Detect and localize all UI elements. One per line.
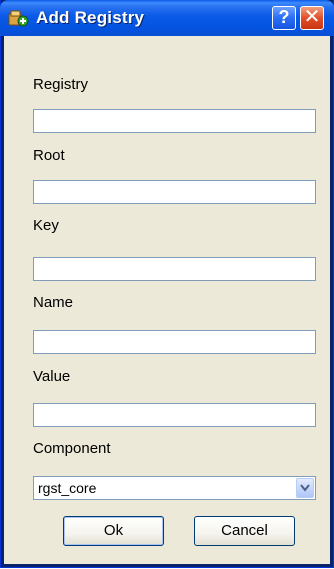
root-input[interactable] — [33, 180, 316, 204]
component-label: Component — [33, 440, 111, 457]
close-button[interactable]: ✕ — [300, 6, 324, 30]
title-bar[interactable]: Add Registry ? ✕ — [0, 0, 334, 36]
dialog-title: Add Registry — [36, 8, 145, 27]
cancel-button[interactable]: Cancel — [194, 516, 295, 546]
root-label: Root — [33, 147, 65, 164]
ok-button[interactable]: Ok — [63, 516, 164, 546]
value-label: Value — [33, 368, 71, 385]
component-select[interactable]: rgst_core — [33, 476, 316, 500]
name-label: Name — [33, 294, 74, 311]
help-button[interactable]: ? — [272, 6, 296, 30]
chevron-down-icon[interactable] — [296, 478, 314, 498]
name-input[interactable] — [33, 330, 316, 354]
key-label: Key — [33, 217, 59, 234]
key-input[interactable] — [33, 257, 316, 281]
dialog-body: Registry Root Key Name Value Component r… — [4, 36, 330, 564]
value-input[interactable] — [33, 403, 316, 427]
registry-input[interactable] — [33, 109, 316, 133]
add-registry-dialog: Add Registry ? ✕ Registry Root Key Name … — [0, 0, 334, 568]
registry-label: Registry — [33, 76, 89, 93]
component-selected-value: rgst_core — [38, 480, 97, 496]
registry-add-icon — [8, 9, 30, 27]
